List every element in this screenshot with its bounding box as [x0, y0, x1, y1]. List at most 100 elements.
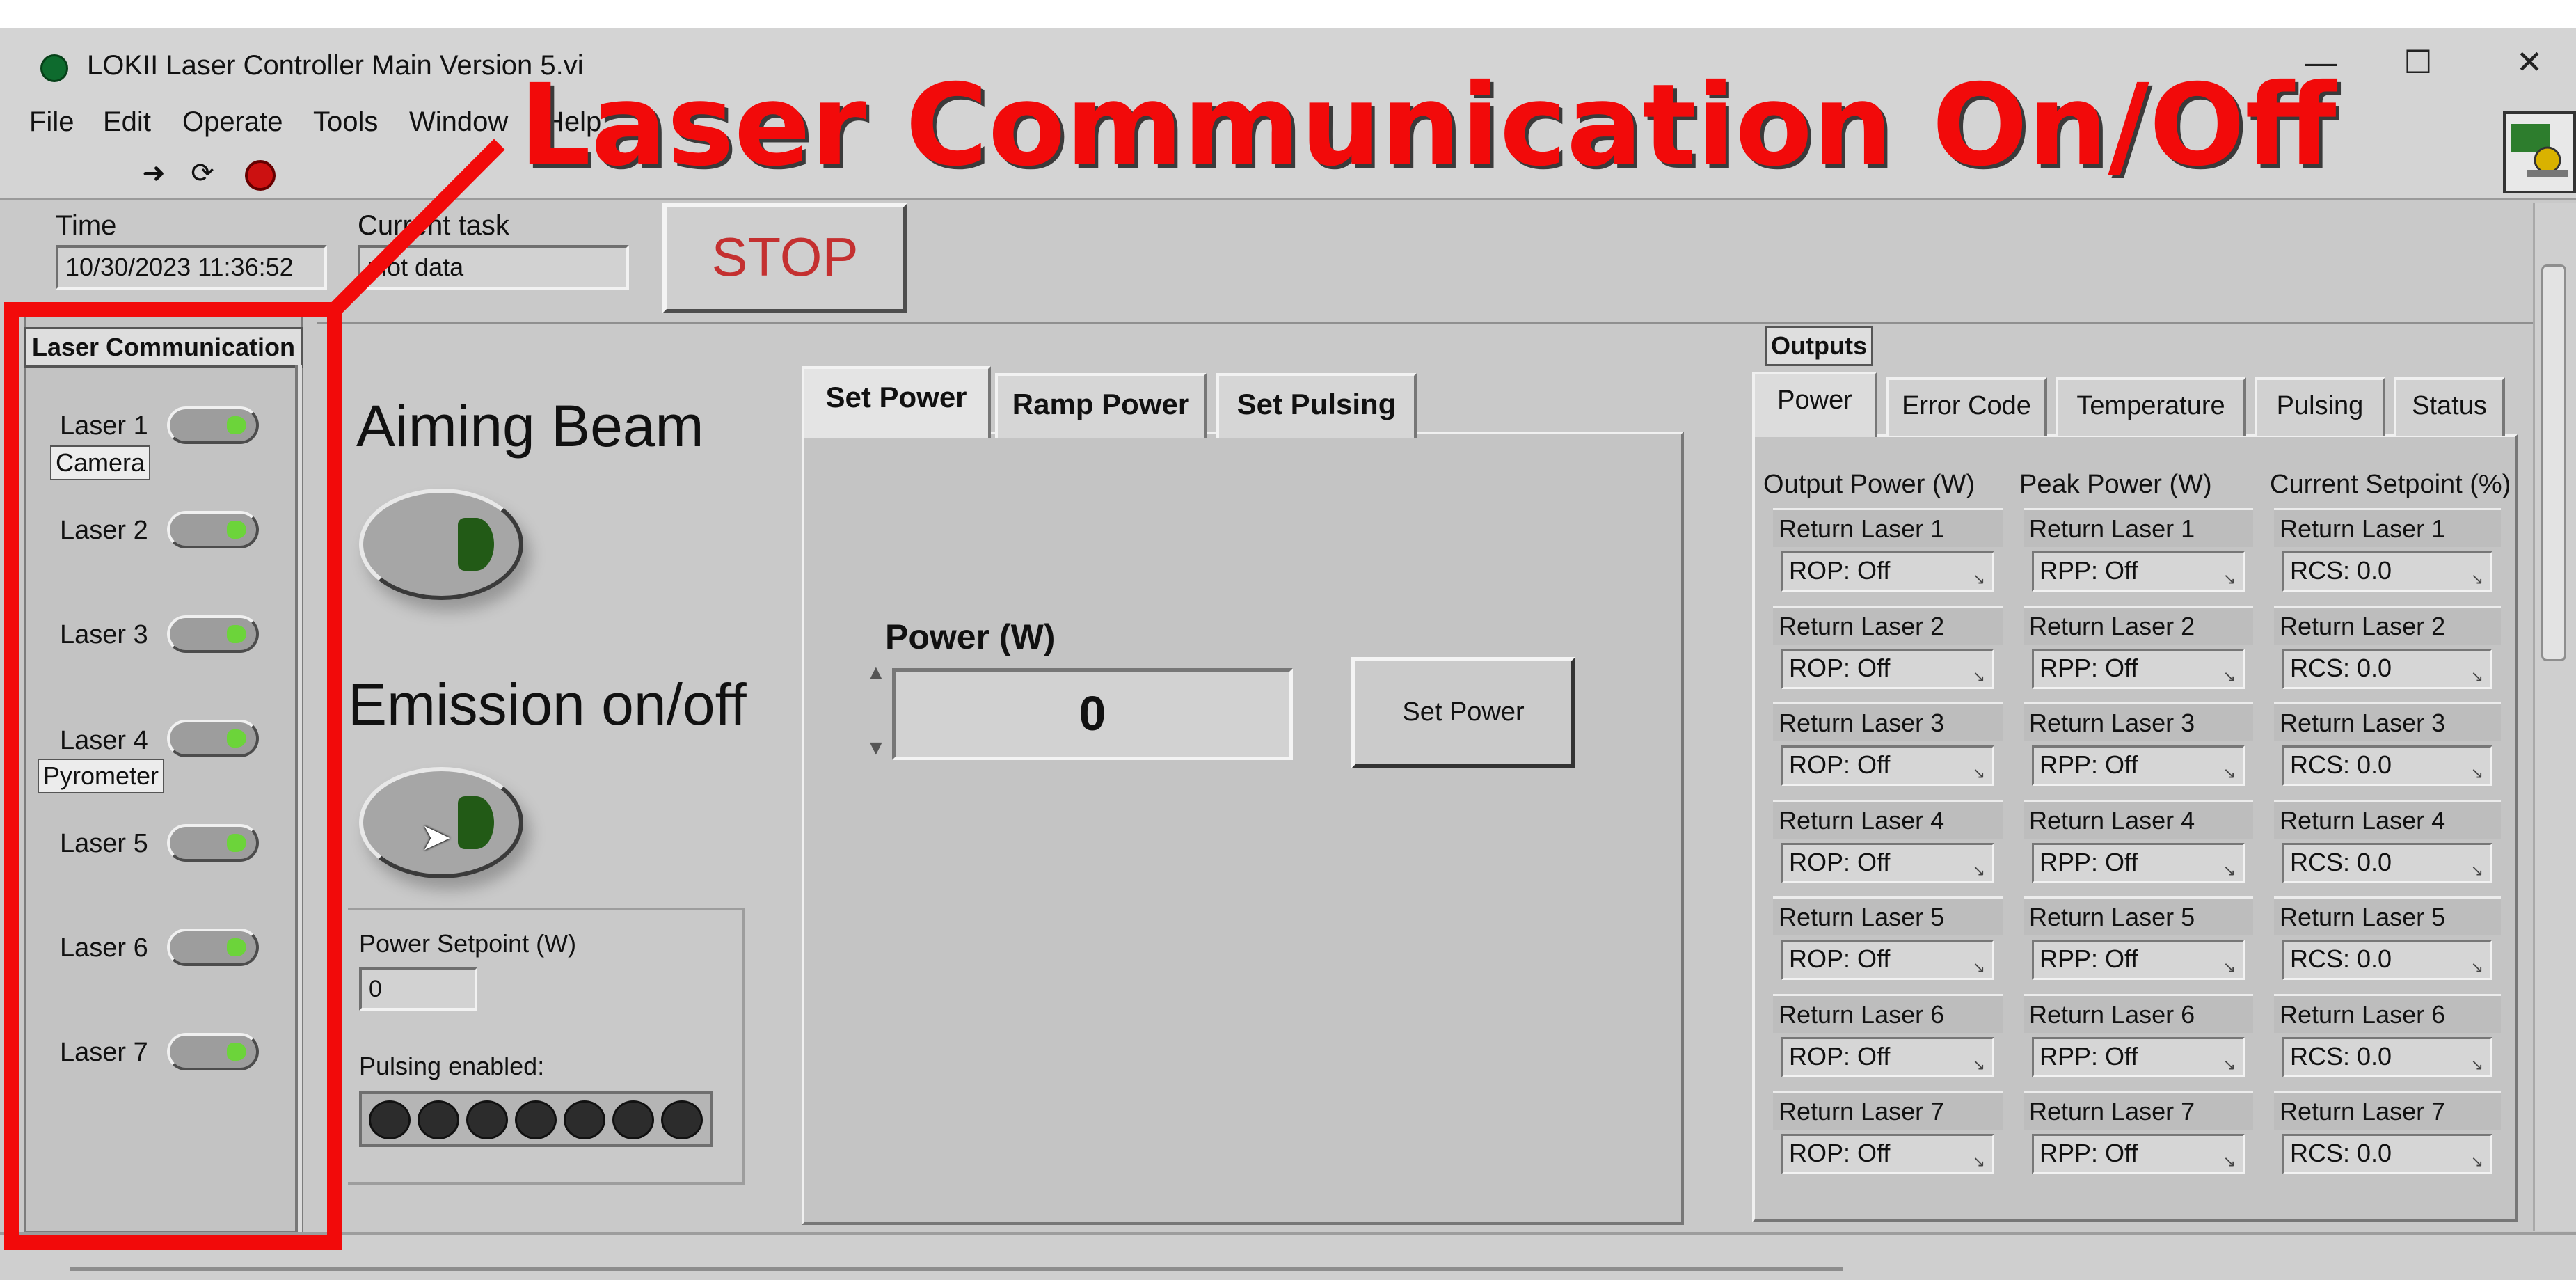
pulsing-led-5-icon: [564, 1100, 605, 1139]
return-laser-6-value-text: RPP: Off: [2040, 1041, 2138, 1070]
tab-error-code[interactable]: Error Code: [1886, 377, 2047, 436]
menu-window[interactable]: Window: [409, 103, 508, 141]
aiming-beam-toggle[interactable]: [359, 489, 523, 600]
dropdown-corner-icon: ↘: [2470, 958, 2483, 976]
return-laser-7-value: RPP: Off ↘: [2032, 1134, 2245, 1174]
power-label: Power (W): [885, 617, 1056, 656]
current-task-indicator: plot data: [358, 245, 629, 290]
peak-power-header: Peak Power (W): [2019, 470, 2212, 499]
return-laser-4-value-text: ROP: Off: [1789, 847, 1891, 876]
return-laser-4-label: Return Laser 4: [1773, 799, 2003, 839]
tab-output-power[interactable]: Power: [1752, 372, 1877, 437]
output-power-header: Output Power (W): [1763, 470, 1975, 499]
horizontal-scrollbar[interactable]: [70, 1267, 1843, 1271]
menu-tools[interactable]: Tools: [313, 103, 378, 141]
dropdown-corner-icon: ↘: [2470, 1055, 2483, 1073]
return-laser-3-label: Return Laser 3: [1773, 702, 2003, 741]
return-laser-3-value: RPP: Off ↘: [2032, 745, 2245, 786]
dropdown-corner-icon: ↘: [1972, 1055, 1985, 1073]
tab-ramp-power[interactable]: Ramp Power: [995, 373, 1207, 438]
return-laser-7-value-text: RPP: Off: [2040, 1139, 2138, 1167]
dropdown-corner-icon: ↘: [1972, 958, 1985, 976]
menu-edit[interactable]: Edit: [103, 103, 151, 141]
dropdown-corner-icon: ↘: [2223, 570, 2236, 587]
return-laser-1-value: ROP: Off ↘: [1781, 551, 1994, 592]
power-setpoint-label: Power Setpoint (W): [359, 929, 577, 958]
annotation-highlight-box: [4, 302, 342, 1250]
pulsing-led-7-icon: [661, 1100, 703, 1139]
return-laser-7-label: Return Laser 7: [2274, 1091, 2501, 1130]
return-laser-7-value-text: ROP: Off: [1789, 1139, 1891, 1167]
tab-output-pulsing[interactable]: Pulsing: [2255, 377, 2385, 436]
return-laser-6-label: Return Laser 6: [1773, 993, 2003, 1033]
set-power-button[interactable]: Set Power: [1351, 657, 1575, 768]
dropdown-corner-icon: ↘: [2223, 1055, 2236, 1073]
return-laser-6-value: RPP: Off ↘: [2032, 1036, 2245, 1077]
run-arrow-icon[interactable]: ➜: [138, 157, 170, 189]
increment-arrow-icon[interactable]: ▲: [866, 661, 887, 685]
decrement-arrow-icon[interactable]: ▼: [866, 736, 887, 760]
return-laser-5-value: RPP: Off ↘: [2032, 940, 2245, 980]
vi-connector-icon[interactable]: [2503, 111, 2576, 193]
pulsing-led-1-icon: [369, 1100, 411, 1139]
return-laser-3-value-text: RCS: 0.0: [2290, 750, 2392, 779]
return-laser-2-label: Return Laser 2: [2024, 605, 2253, 645]
return-laser-3-value: ROP: Off ↘: [1781, 745, 1994, 786]
dropdown-corner-icon: ↘: [2470, 667, 2483, 685]
return-laser-1-value-text: RPP: Off: [2040, 556, 2138, 585]
return-laser-4-value: RCS: 0.0 ↘: [2282, 842, 2492, 883]
power-input[interactable]: 0: [892, 668, 1293, 760]
abort-execution-icon[interactable]: [245, 160, 276, 191]
return-laser-6-label: Return Laser 6: [2024, 993, 2253, 1033]
return-laser-6-value: ROP: Off ↘: [1781, 1036, 1994, 1077]
return-laser-3-value-text: ROP: Off: [1789, 750, 1891, 779]
power-setpoint-indicator: 0: [359, 967, 477, 1011]
return-laser-5-value-text: ROP: Off: [1789, 945, 1891, 973]
return-laser-3-value: RCS: 0.0 ↘: [2282, 745, 2492, 786]
maximize-button[interactable]: ☐: [2387, 38, 2449, 86]
dropdown-corner-icon: ↘: [2470, 861, 2483, 879]
return-laser-3-value-text: RPP: Off: [2040, 750, 2138, 779]
status-bar: [0, 1232, 2576, 1280]
tab-set-power[interactable]: Set Power: [802, 366, 991, 438]
tab-status[interactable]: Status: [2394, 377, 2505, 436]
return-laser-7-value: RCS: 0.0 ↘: [2282, 1134, 2492, 1174]
return-laser-6-value-text: RCS: 0.0: [2290, 1041, 2392, 1070]
return-laser-4-label: Return Laser 4: [2274, 799, 2501, 839]
return-laser-2-label: Return Laser 2: [1773, 605, 2003, 645]
run-continuously-icon[interactable]: ⟳: [186, 157, 218, 189]
return-laser-5-label: Return Laser 5: [1773, 896, 2003, 935]
outputs-title: Outputs: [1765, 326, 1873, 366]
return-laser-3-label: Return Laser 3: [2024, 702, 2253, 741]
return-laser-2-value-text: RPP: Off: [2040, 653, 2138, 682]
return-laser-4-value-text: RCS: 0.0: [2290, 847, 2392, 876]
return-laser-1-value: RCS: 0.0 ↘: [2282, 551, 2492, 592]
return-laser-4-label: Return Laser 4: [2024, 799, 2253, 839]
close-button[interactable]: ✕: [2498, 38, 2561, 86]
pulsing-enabled-label: Pulsing enabled:: [359, 1052, 545, 1080]
return-laser-2-value: RPP: Off ↘: [2032, 648, 2245, 689]
return-laser-2-label: Return Laser 2: [2274, 605, 2501, 645]
dropdown-corner-icon: ↘: [1972, 1153, 1985, 1170]
return-laser-5-value: RCS: 0.0 ↘: [2282, 940, 2492, 980]
dropdown-corner-icon: ↘: [1972, 764, 1985, 782]
tab-temperature[interactable]: Temperature: [2056, 377, 2246, 436]
aiming-beam-led-icon: [458, 518, 494, 571]
menu-operate[interactable]: Operate: [182, 103, 283, 141]
return-laser-5-value-text: RCS: 0.0: [2290, 945, 2392, 973]
current-task-label: Current task: [358, 210, 509, 241]
return-laser-7-value-text: RCS: 0.0: [2290, 1139, 2392, 1167]
return-laser-1-label: Return Laser 1: [1773, 508, 2003, 547]
stop-button[interactable]: STOP: [662, 203, 907, 313]
annotation-title: Laser Communication On/Off: [519, 61, 2337, 191]
return-laser-5-value: ROP: Off ↘: [1781, 940, 1994, 980]
set-power-tab-panel: [802, 432, 1684, 1225]
dropdown-corner-icon: ↘: [2223, 667, 2236, 685]
return-laser-6-label: Return Laser 6: [2274, 993, 2501, 1033]
return-laser-6-value-text: ROP: Off: [1789, 1041, 1891, 1070]
return-laser-7-value: ROP: Off ↘: [1781, 1134, 1994, 1174]
menu-file[interactable]: File: [29, 103, 74, 141]
tab-set-pulsing[interactable]: Set Pulsing: [1216, 373, 1417, 438]
return-laser-2-value-text: RCS: 0.0: [2290, 653, 2392, 682]
scrollbar-thumb[interactable]: [2541, 264, 2566, 661]
